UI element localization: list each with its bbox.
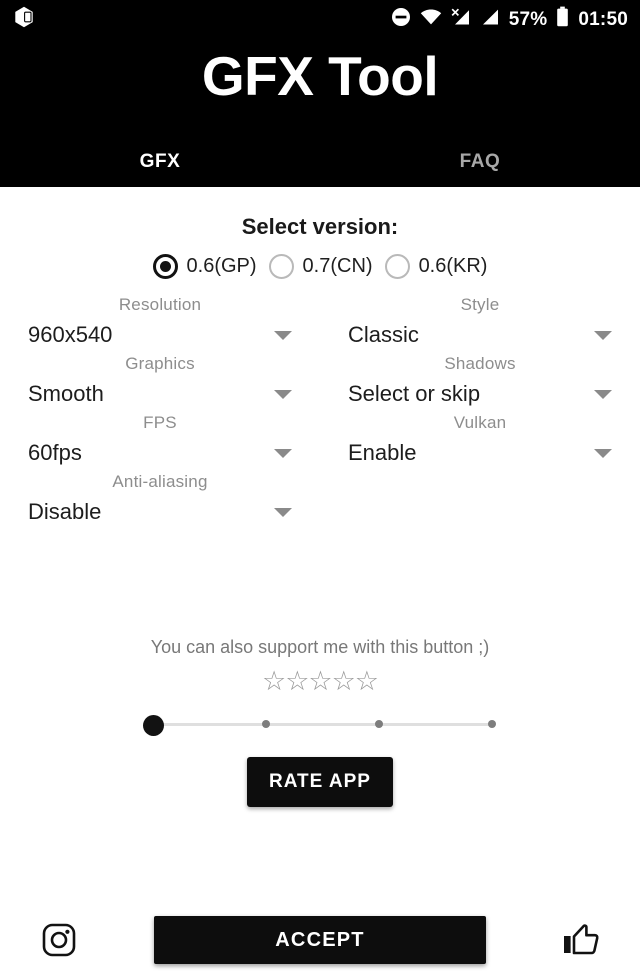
version-option-cn-label: 0.7(CN)	[302, 255, 373, 277]
chevron-down-icon	[274, 330, 292, 340]
cellular-signal-icon	[480, 7, 500, 32]
version-option-cn[interactable]: 0.7(CN)	[263, 254, 379, 279]
resolution-dropdown[interactable]: 960x540	[28, 316, 292, 354]
gfx-tool-app: 57% 01:50 GFX Tool GFX FAQ Select versio…	[0, 0, 640, 980]
radio-selected-icon	[152, 254, 178, 279]
settings-grid-spacer	[320, 472, 640, 531]
tab-faq[interactable]: FAQ	[320, 137, 640, 187]
slider-track	[150, 723, 494, 726]
style-dropdown[interactable]: Classic	[348, 316, 612, 354]
chevron-down-icon	[594, 389, 612, 399]
wifi-icon	[420, 8, 442, 31]
support-slider[interactable]	[140, 711, 500, 737]
chevron-down-icon	[594, 448, 612, 458]
setting-style: Style Classic	[320, 295, 640, 354]
setting-graphics-label: Graphics	[125, 354, 195, 373]
do-not-disturb-icon	[391, 7, 411, 32]
setting-vulkan-label: Vulkan	[453, 413, 507, 432]
setting-anti-aliasing: Anti-aliasing Disable	[0, 472, 320, 531]
version-option-gp-label: 0.6(GP)	[186, 255, 257, 277]
radio-unselected-icon	[384, 254, 410, 279]
radio-unselected-icon	[268, 254, 294, 279]
support-section: You can also support me with this button…	[0, 637, 640, 807]
status-bar-clock: 01:50	[578, 8, 628, 30]
setting-anti-aliasing-label: Anti-aliasing	[112, 472, 208, 491]
tab-bar: GFX FAQ	[0, 137, 640, 187]
slider-tick	[262, 720, 270, 728]
vulkan-dropdown[interactable]: Enable	[348, 434, 612, 472]
anti-aliasing-value: Disable	[28, 499, 102, 524]
support-message: You can also support me with this button…	[150, 637, 490, 657]
version-radio-group: 0.6(GP) 0.7(CN) 0.6(KR)	[0, 254, 640, 279]
setting-graphics: Graphics Smooth	[0, 354, 320, 413]
chevron-down-icon	[274, 389, 292, 399]
cellular-no-sim-icon	[451, 7, 471, 32]
tab-gfx[interactable]: GFX	[0, 137, 320, 187]
bottom-action-bar: ACCEPT	[0, 900, 640, 980]
setting-fps-label: FPS	[143, 413, 177, 432]
status-bar-indicators: 57% 01:50	[391, 6, 640, 32]
accept-button[interactable]: ACCEPT	[154, 916, 486, 964]
shadows-value: Select or skip	[348, 381, 481, 406]
style-value: Classic	[348, 322, 419, 347]
setting-shadows-label: Shadows	[444, 354, 516, 373]
rating-stars[interactable]: ☆☆☆☆☆	[0, 668, 640, 695]
chevron-down-icon	[594, 330, 612, 340]
setting-style-label: Style	[460, 295, 500, 314]
battery-percent: 57%	[508, 8, 548, 30]
main-content: Select version: 0.6(GP) 0.7(CN) 0.6(KR) …	[0, 187, 640, 980]
thumbs-up-icon[interactable]	[558, 917, 604, 963]
resolution-value: 960x540	[28, 322, 113, 347]
rate-app-button[interactable]: RATE APP	[247, 757, 393, 807]
app-hexagon-icon	[14, 6, 34, 33]
page-title: GFX Tool	[201, 45, 439, 107]
chevron-down-icon	[274, 448, 292, 458]
select-version-title: Select version:	[241, 214, 399, 239]
slider-thumb[interactable]	[143, 715, 164, 736]
settings-grid: Resolution 960x540 Style Classic Graphic…	[0, 295, 640, 531]
shadows-dropdown[interactable]: Select or skip	[348, 375, 612, 413]
status-bar-notifications	[0, 6, 34, 33]
setting-fps: FPS 60fps	[0, 413, 320, 472]
setting-resolution-label: Resolution	[118, 295, 202, 314]
setting-shadows: Shadows Select or skip	[320, 354, 640, 413]
graphics-dropdown[interactable]: Smooth	[28, 375, 292, 413]
anti-aliasing-dropdown[interactable]: Disable	[28, 493, 292, 531]
battery-icon	[556, 6, 569, 32]
instagram-icon[interactable]	[36, 917, 82, 963]
fps-dropdown[interactable]: 60fps	[28, 434, 292, 472]
version-option-kr-label: 0.6(KR)	[418, 255, 488, 277]
graphics-value: Smooth	[28, 381, 104, 406]
slider-tick	[488, 720, 496, 728]
status-bar: 57% 01:50	[0, 0, 640, 38]
setting-resolution: Resolution 960x540	[0, 295, 320, 354]
slider-tick	[375, 720, 383, 728]
version-option-gp[interactable]: 0.6(GP)	[147, 254, 263, 279]
chevron-down-icon	[274, 507, 292, 517]
vulkan-value: Enable	[348, 440, 417, 465]
version-option-kr[interactable]: 0.6(KR)	[379, 254, 494, 279]
setting-vulkan: Vulkan Enable	[320, 413, 640, 472]
app-header: GFX Tool GFX FAQ	[0, 38, 640, 187]
fps-value: 60fps	[28, 440, 82, 465]
